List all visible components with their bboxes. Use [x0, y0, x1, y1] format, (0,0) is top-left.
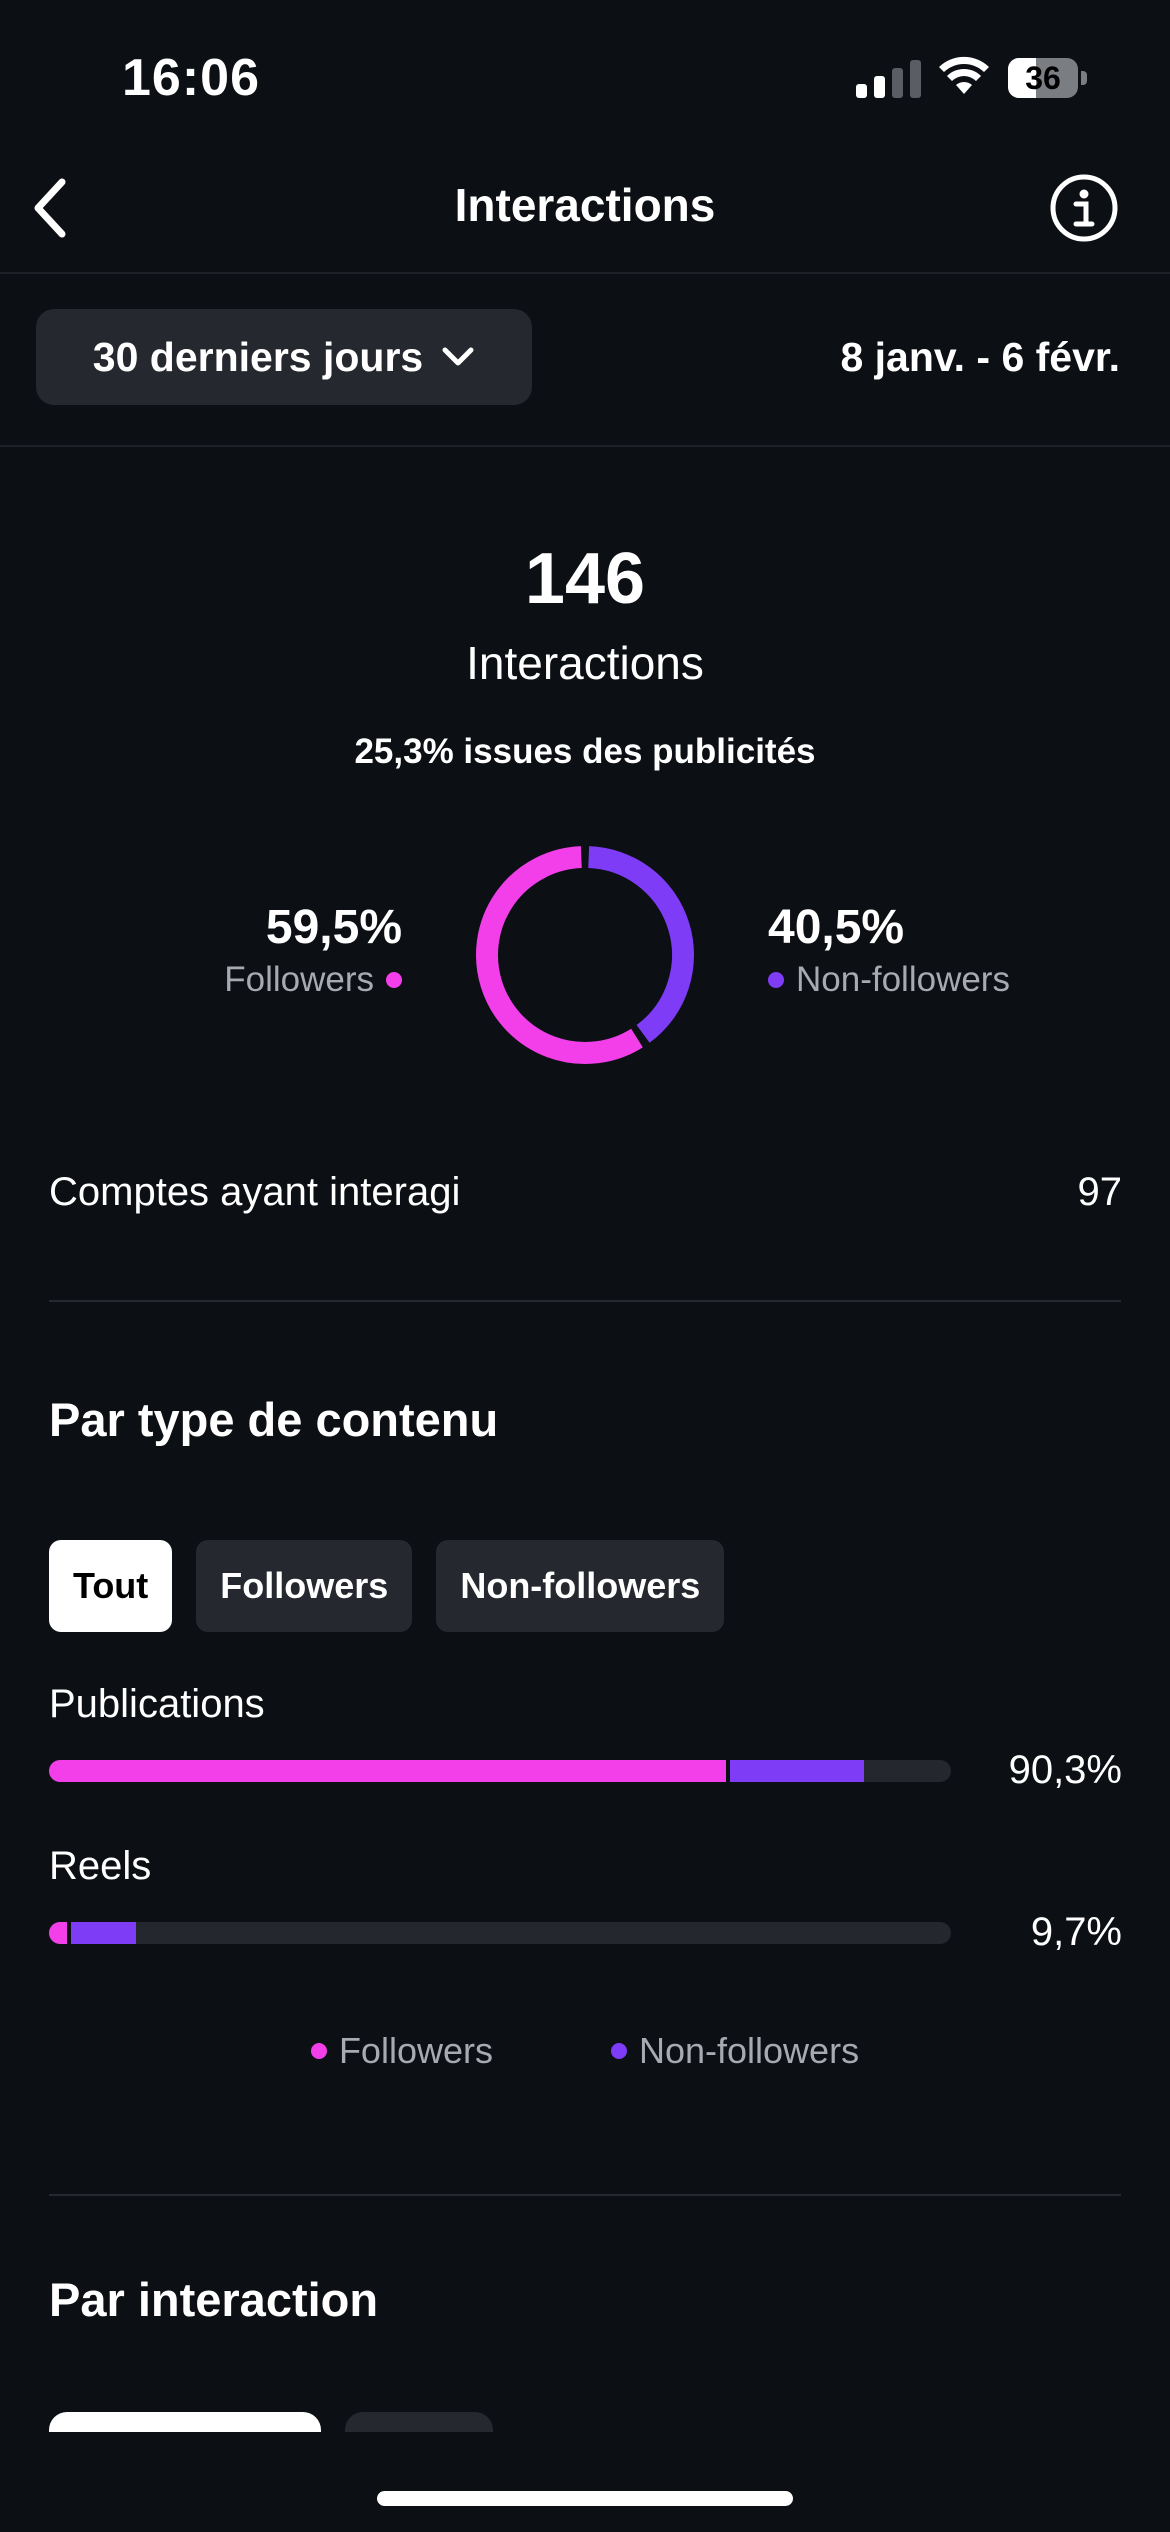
total-interactions: 146	[524, 539, 646, 619]
followers-dot	[386, 972, 402, 988]
info-icon[interactable]	[1048, 172, 1120, 244]
section-divider	[49, 1300, 1121, 1302]
section-divider	[49, 2194, 1121, 2196]
publications-bar	[49, 1760, 951, 1782]
followers-donut-chart	[476, 846, 694, 1064]
publications-followers-segment	[49, 1760, 726, 1782]
reels-pct: 9,7%	[1030, 1910, 1122, 1954]
tab-all[interactable]: Tout	[49, 1540, 173, 1632]
followers-pct: 59,5%	[265, 901, 402, 954]
accounts-engaged-label: Comptes ayant interagi	[49, 1170, 461, 1214]
period-label: 30 derniers jours	[92, 333, 424, 380]
home-indicator	[377, 2491, 793, 2506]
publications-label: Publications	[49, 1682, 265, 1726]
status-time: 16:06	[122, 49, 260, 107]
page-title: Interactions	[454, 179, 716, 231]
non-followers-stat: 40,5% Non-followers	[768, 900, 1010, 1000]
battery-level: 36	[1025, 60, 1061, 96]
content-type-title: Par type de contenu	[49, 1393, 499, 1446]
non-followers-dot	[768, 972, 784, 988]
battery-icon: 36	[1008, 58, 1088, 98]
bar-legend: Followers Non-followers	[0, 2030, 1170, 2072]
chevron-down-icon	[442, 347, 474, 366]
by-interaction-tab[interactable]	[345, 2412, 493, 2432]
accounts-engaged-value: 97	[1077, 1170, 1123, 1214]
followers-label: Followers	[224, 960, 374, 999]
ads-share: 25,3% issues des publicités	[354, 732, 816, 771]
tab-followers[interactable]: Followers	[196, 1540, 413, 1632]
legend-followers: Followers	[310, 2030, 493, 2072]
followers-stat: 59,5% Followers	[224, 900, 402, 1000]
by-interaction-title: Par interaction	[49, 2273, 379, 2326]
by-interaction-tab-active[interactable]	[49, 2412, 321, 2432]
reels-bar	[49, 1922, 951, 1944]
content-type-tabs: Tout Followers Non-followers	[49, 1540, 725, 1632]
total-label: Interactions	[466, 637, 704, 689]
date-range: 8 janv. - 6 févr.	[840, 334, 1120, 380]
legend-non-followers: Non-followers	[610, 2030, 859, 2072]
non-followers-label: Non-followers	[796, 960, 1010, 999]
reels-label: Reels	[49, 1844, 152, 1888]
non-followers-pct: 40,5%	[768, 901, 905, 954]
wifi-icon	[939, 56, 989, 94]
period-dropdown[interactable]: 30 derniers jours	[36, 309, 532, 405]
filter-divider	[0, 445, 1170, 447]
reels-non-followers-segment	[67, 1922, 137, 1944]
cellular-signal-icon	[856, 60, 921, 98]
donut-followers-slice	[476, 846, 643, 1064]
header-divider	[0, 272, 1170, 274]
publications-non-followers-segment	[725, 1760, 864, 1782]
donut-non-followers-slice	[588, 846, 694, 1043]
publications-pct: 90,3%	[1008, 1748, 1122, 1792]
reels-followers-segment	[49, 1922, 68, 1944]
tab-non-followers[interactable]: Non-followers	[436, 1540, 725, 1632]
